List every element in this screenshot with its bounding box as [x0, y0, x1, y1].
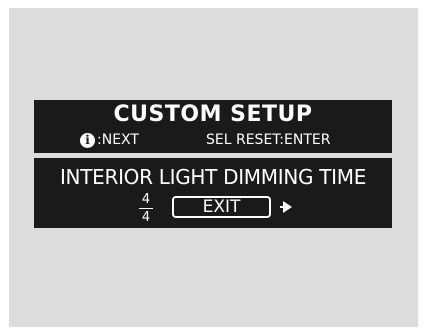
next-hint: i :NEXT	[80, 130, 139, 150]
header-panel: CUSTOM SETUP i :NEXT SEL RESET:ENTER	[34, 100, 392, 153]
info-icon[interactable]: i	[80, 132, 95, 148]
setting-value-row: 4 4 EXIT	[34, 192, 392, 224]
page-denominator: 4	[141, 210, 151, 225]
screen-title: CUSTOM SETUP	[113, 102, 313, 127]
fraction-bar	[139, 208, 153, 209]
reset-hint-label: SEL RESET:ENTER	[206, 132, 331, 148]
page-numerator: 4	[141, 192, 151, 207]
exit-option-button[interactable]: EXIT	[172, 196, 271, 218]
next-hint-label: :NEXT	[97, 132, 139, 148]
setting-name: INTERIOR LIGHT DIMMING TIME	[59, 165, 367, 189]
setting-panel: INTERIOR LIGHT DIMMING TIME 4 4 EXIT	[34, 158, 392, 228]
hint-row: i :NEXT SEL RESET:ENTER	[34, 130, 392, 150]
page-indicator: 4 4	[138, 193, 154, 224]
right-arrow-icon	[283, 201, 292, 213]
